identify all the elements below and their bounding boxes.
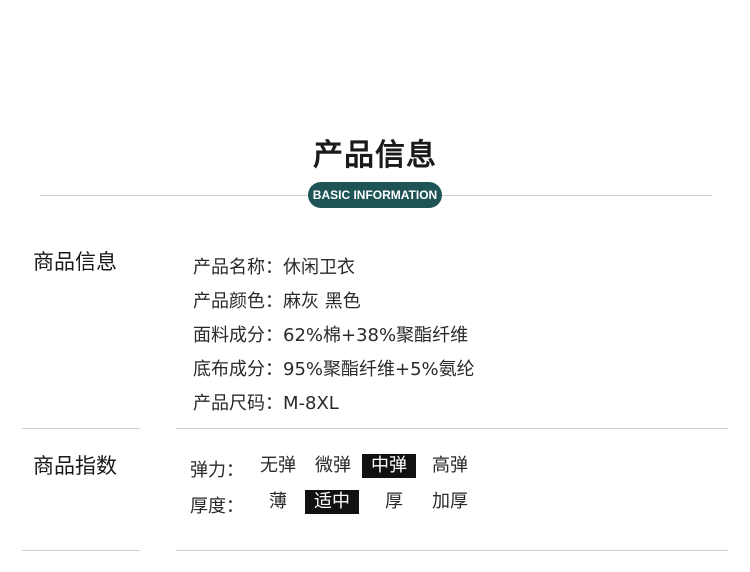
elasticity-option-high: 高弹 xyxy=(432,455,468,476)
bottom-divider-left xyxy=(22,550,140,551)
elasticity-label: 弹力： xyxy=(190,460,244,481)
index-section-heading: 商品指数 xyxy=(33,454,117,478)
thickness-option-thin: 薄 xyxy=(269,491,287,512)
thickness-label: 厚度： xyxy=(190,496,244,517)
divider-left xyxy=(22,428,140,429)
info-line-product-color: 产品颜色：麻灰 黑色 xyxy=(193,291,361,312)
elasticity-option-none: 无弹 xyxy=(260,455,296,476)
page-title: 产品信息 xyxy=(313,138,437,173)
divider-right xyxy=(176,428,728,429)
info-line-lining: 底布成分：95%聚酯纤维+5%氨纶 xyxy=(193,359,475,380)
info-line-size: 产品尺码：M-8XL xyxy=(193,393,339,414)
info-line-product-name: 产品名称：休闲卫衣 xyxy=(193,257,355,278)
thickness-option-thick: 厚 xyxy=(385,491,403,512)
elasticity-option-medium: 中弹 xyxy=(362,454,416,478)
bottom-divider-right xyxy=(176,550,728,551)
elasticity-option-slight: 微弹 xyxy=(315,455,351,476)
info-line-fabric: 面料成分：62%棉+38%聚酯纤维 xyxy=(193,325,469,346)
thickness-option-moderate: 适中 xyxy=(305,490,359,514)
basic-information-badge: BASIC INFORMATION xyxy=(308,182,442,208)
info-section-heading: 商品信息 xyxy=(33,250,117,274)
thickness-option-extra-thick: 加厚 xyxy=(432,491,468,512)
